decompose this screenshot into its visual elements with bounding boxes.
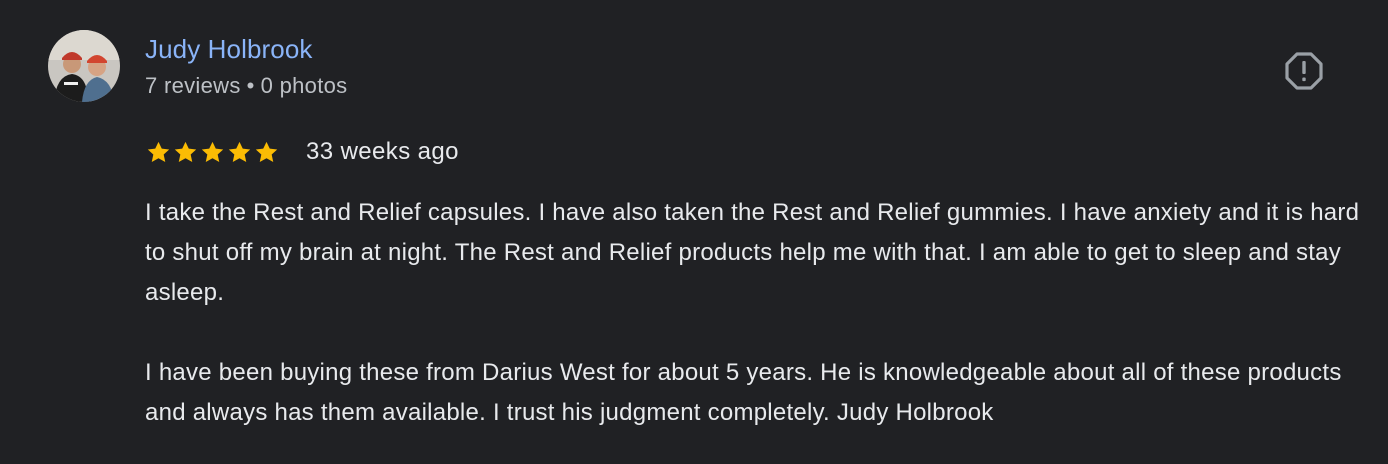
avatar[interactable] [48, 30, 120, 102]
report-button[interactable] [1282, 49, 1326, 93]
star-filled-icon [228, 141, 251, 162]
report-icon [1285, 52, 1323, 90]
profile-photo-icon [48, 30, 120, 102]
star-filled-icon [201, 141, 224, 162]
star-filled-icon [147, 141, 170, 162]
photo-count: 0 photos [260, 73, 348, 98]
star-filled-icon [174, 141, 197, 162]
star-filled-icon [255, 141, 278, 162]
review-paragraph: I have been buying these from Darius Wes… [145, 359, 1342, 426]
author-meta: 7 reviews • 0 photos [145, 72, 347, 100]
review-time: 33 weeks ago [306, 138, 459, 165]
meta-separator: • [246, 73, 255, 98]
review-text: I take the Rest and Relief capsules. I h… [145, 193, 1365, 433]
rating-row: 33 weeks ago [145, 136, 459, 168]
star-rating [145, 139, 280, 166]
author-name-link[interactable]: Judy Holbrook [145, 33, 313, 65]
review-count: 7 reviews [145, 73, 241, 98]
review-paragraph: I take the Rest and Relief capsules. I h… [145, 199, 1360, 306]
review-card: Judy Holbrook 7 reviews • 0 photos 33 week… [0, 0, 1388, 464]
